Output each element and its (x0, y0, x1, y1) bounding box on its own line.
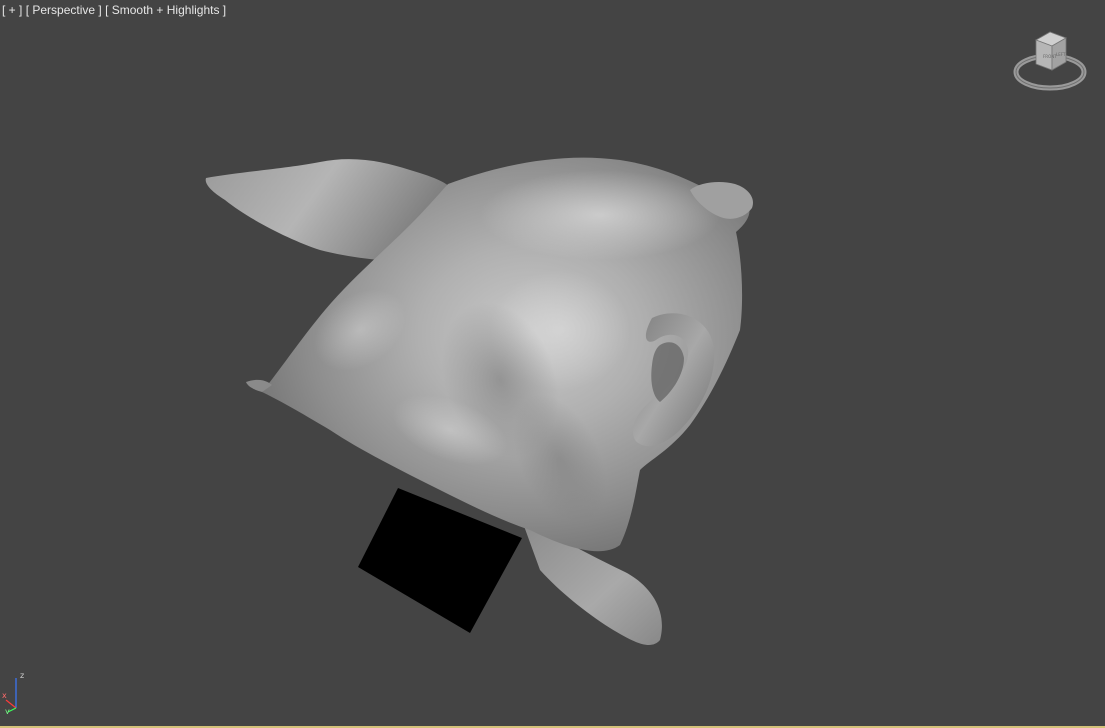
axis-tripod-icon: z x y (2, 671, 24, 714)
axis-y-label: y (5, 707, 10, 714)
scene-canvas[interactable] (0, 0, 1105, 726)
perspective-viewport[interactable]: [ + ] [ Perspective ] [ Smooth + Highlig… (0, 0, 1105, 728)
cloth-highlight-top (480, 170, 720, 260)
viewcube-icon[interactable]: FRONT LEFT (1012, 28, 1088, 96)
axis-x-label: x (2, 691, 7, 700)
viewcube-face-left[interactable]: LEFT (1056, 52, 1066, 57)
axis-z-label: z (20, 671, 24, 680)
